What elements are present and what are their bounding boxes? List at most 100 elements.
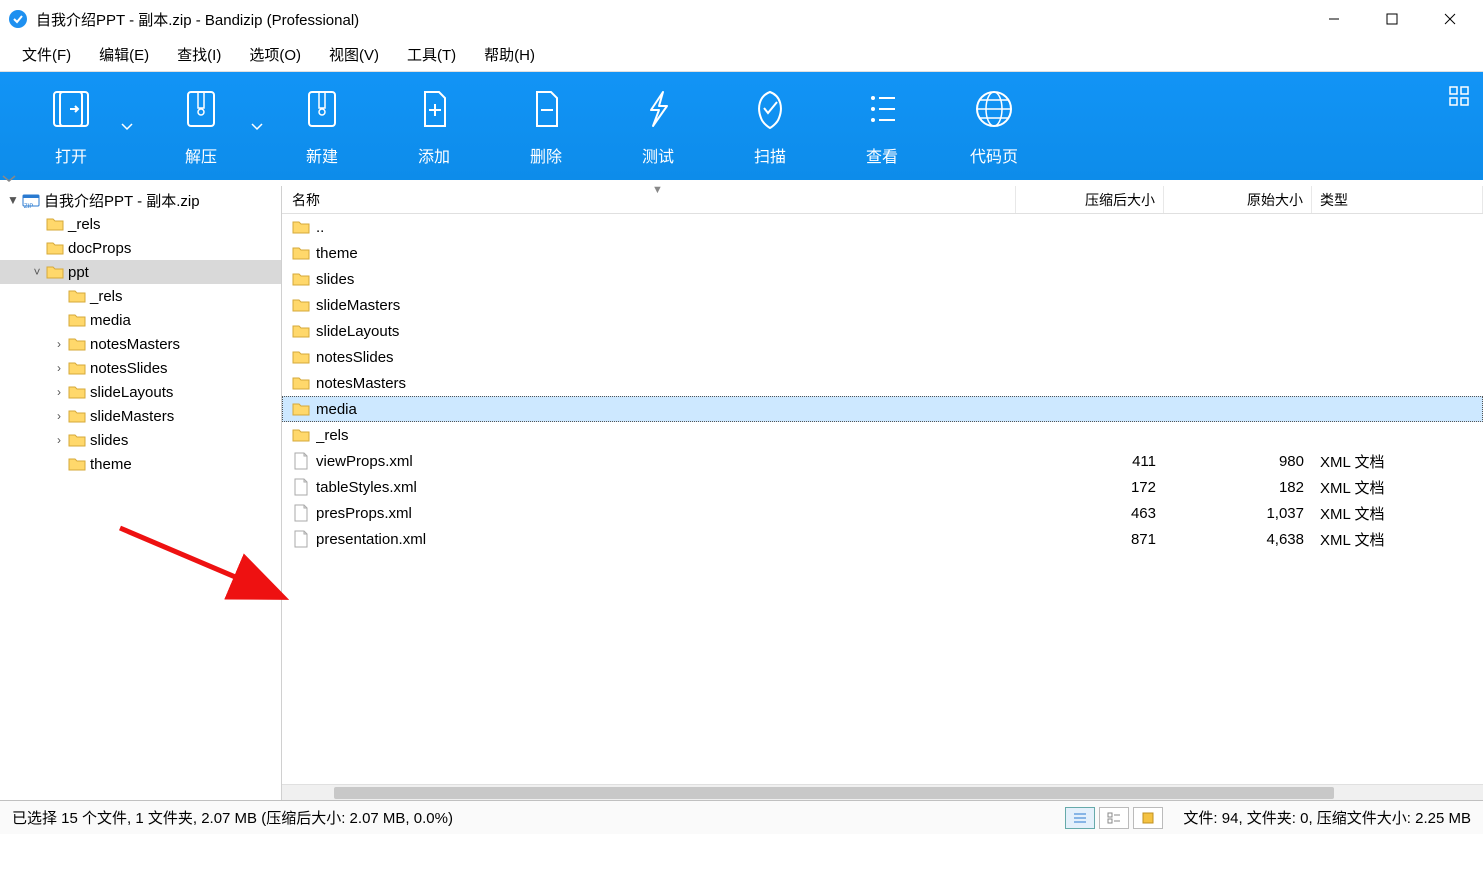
toolbar-delete-button[interactable]: 删除 xyxy=(490,72,602,180)
expander-icon[interactable]: ▼ xyxy=(4,193,22,207)
folder-icon xyxy=(46,239,64,257)
maximize-button[interactable] xyxy=(1363,0,1421,38)
expander-icon[interactable]: › xyxy=(50,409,68,423)
svg-text:ZIP: ZIP xyxy=(24,204,33,209)
folder-icon xyxy=(68,287,86,305)
column-original[interactable]: 原始大小 xyxy=(1164,186,1312,213)
list-row[interactable]: theme xyxy=(282,240,1483,266)
tree-item[interactable]: _rels xyxy=(0,284,281,308)
list-row[interactable]: tableStyles.xml172182XML 文档 xyxy=(282,474,1483,500)
toolbar-test-button[interactable]: 测试 xyxy=(602,72,714,180)
menu-help[interactable]: 帮助(H) xyxy=(470,40,549,69)
folder-icon xyxy=(292,400,310,418)
layout-toggle-icon[interactable] xyxy=(1449,86,1469,106)
file-icon xyxy=(292,530,310,548)
tree-item[interactable]: media xyxy=(0,308,281,332)
row-name: slides xyxy=(316,271,1016,288)
toolbar-open-button[interactable]: 打开 xyxy=(6,72,136,180)
scrollbar-thumb[interactable] xyxy=(334,787,1334,799)
tree-item[interactable]: › notesSlides xyxy=(0,356,281,380)
chevron-down-icon[interactable] xyxy=(120,120,134,134)
tree-item-label: media xyxy=(90,312,131,329)
tree-root[interactable]: ▼ ZIP 自我介绍PPT - 副本.zip xyxy=(0,188,281,212)
status-left: 已选择 15 个文件, 1 文件夹, 2.07 MB (压缩后大小: 2.07 … xyxy=(12,807,1065,828)
tree-item-label: _rels xyxy=(90,288,123,305)
new-icon xyxy=(299,85,345,133)
tree-item-label: slideMasters xyxy=(90,408,174,425)
row-compressed: 871 xyxy=(1016,531,1164,548)
folder-icon xyxy=(46,215,64,233)
tree-item[interactable]: _rels xyxy=(0,212,281,236)
tree-item[interactable]: ›slideLayouts xyxy=(0,380,281,404)
chevron-down-icon[interactable] xyxy=(250,120,264,134)
column-compressed[interactable]: 压缩后大小 xyxy=(1016,186,1164,213)
row-compressed: 463 xyxy=(1016,505,1164,522)
tree-item-label: ppt xyxy=(68,264,89,281)
status-right: 文件: 94, 文件夹: 0, 压缩文件大小: 2.25 MB xyxy=(1183,807,1471,828)
list-row[interactable]: media xyxy=(282,396,1483,422)
list-row[interactable]: notesSlides xyxy=(282,344,1483,370)
list-row[interactable]: presentation.xml8714,638XML 文档 xyxy=(282,526,1483,552)
list-row[interactable]: notesMasters xyxy=(282,370,1483,396)
horizontal-scrollbar[interactable] xyxy=(282,784,1483,800)
toolbar-codepage-button[interactable]: 代码页 xyxy=(938,72,1050,180)
row-original: 980 xyxy=(1164,453,1312,470)
tree-item[interactable]: docProps xyxy=(0,236,281,260)
view-list-button[interactable] xyxy=(1099,807,1129,829)
tree-item-label: notesSlides xyxy=(90,360,168,377)
toolbar-extract-label: 解压 xyxy=(185,143,217,167)
toolbar-scan-label: 扫描 xyxy=(754,143,786,167)
row-name: notesSlides xyxy=(316,349,1016,366)
toolbar-view-button[interactable]: 查看 xyxy=(826,72,938,180)
list-row[interactable]: slides xyxy=(282,266,1483,292)
menu-find[interactable]: 查找(I) xyxy=(163,40,235,69)
tree-item-label: docProps xyxy=(68,240,131,257)
row-name: theme xyxy=(316,245,1016,262)
tree-item[interactable]: ›notesMasters xyxy=(0,332,281,356)
list-row[interactable]: _rels xyxy=(282,422,1483,448)
row-name: notesMasters xyxy=(316,375,1016,392)
toolbar-collapse-handle[interactable] xyxy=(0,174,1483,186)
minimize-button[interactable] xyxy=(1305,0,1363,38)
tree-item[interactable]: ˅ ppt xyxy=(0,260,281,284)
list-header: ▼ 名称 压缩后大小 原始大小 类型 xyxy=(282,186,1483,214)
folder-icon xyxy=(292,348,310,366)
toolbar-extract-button[interactable]: 解压 xyxy=(136,72,266,180)
expander-icon[interactable]: › xyxy=(50,337,68,351)
toolbar-test-label: 测试 xyxy=(642,143,674,167)
toolbar-add-button[interactable]: 添加 xyxy=(378,72,490,180)
menu-file[interactable]: 文件(F) xyxy=(8,40,85,69)
toolbar-new-label: 新建 xyxy=(306,143,338,167)
toolbar-delete-label: 删除 xyxy=(530,143,562,167)
folder-icon xyxy=(68,359,86,377)
tree-item[interactable]: › slideMasters xyxy=(0,404,281,428)
tree-item[interactable]: ›slides xyxy=(0,428,281,452)
toolbar-open-label: 打开 xyxy=(55,143,87,167)
list-row[interactable]: presProps.xml4631,037XML 文档 xyxy=(282,500,1483,526)
list-row[interactable]: slideLayouts xyxy=(282,318,1483,344)
list-row[interactable]: viewProps.xml411980XML 文档 xyxy=(282,448,1483,474)
toolbar-scan-button[interactable]: 扫描 xyxy=(714,72,826,180)
folder-icon xyxy=(292,374,310,392)
close-button[interactable] xyxy=(1421,0,1479,38)
row-original: 4,638 xyxy=(1164,531,1312,548)
view-icons-button[interactable] xyxy=(1133,807,1163,829)
menu-view[interactable]: 视图(V) xyxy=(315,40,393,69)
view-details-button[interactable] xyxy=(1065,807,1095,829)
tree-item[interactable]: theme xyxy=(0,452,281,476)
list-row[interactable]: .. xyxy=(282,214,1483,240)
list-row[interactable]: slideMasters xyxy=(282,292,1483,318)
toolbar-new-button[interactable]: 新建 xyxy=(266,72,378,180)
folder-icon xyxy=(68,431,86,449)
expander-icon[interactable]: › xyxy=(50,361,68,375)
expander-icon[interactable]: › xyxy=(50,433,68,447)
expander-icon[interactable]: ˅ xyxy=(28,265,46,279)
folder-tree[interactable]: ▼ ZIP 自我介绍PPT - 副本.zip _rels docProps ˅ ppt… xyxy=(0,186,282,800)
tree-item-label: _rels xyxy=(68,216,101,233)
expander-icon[interactable]: › xyxy=(50,385,68,399)
menu-tools[interactable]: 工具(T) xyxy=(393,40,470,69)
row-type: XML 文档 xyxy=(1312,503,1483,524)
menu-edit[interactable]: 编辑(E) xyxy=(85,40,163,69)
column-type[interactable]: 类型 xyxy=(1312,186,1483,213)
menu-options[interactable]: 选项(O) xyxy=(235,40,315,69)
